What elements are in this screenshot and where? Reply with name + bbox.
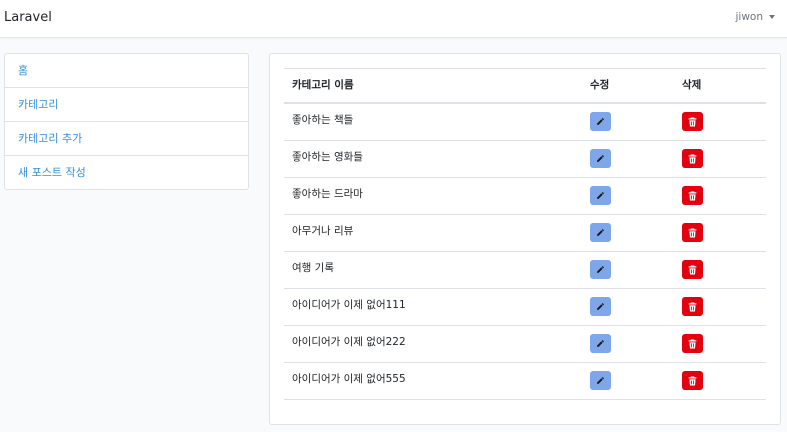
table-row: 아무거나 리뷰 bbox=[284, 214, 766, 252]
edit-button[interactable] bbox=[590, 223, 611, 242]
category-name: 좋아하는 책들 bbox=[292, 114, 354, 126]
caret-down-icon bbox=[769, 15, 775, 19]
category-name: 좋아하는 드라마 bbox=[292, 188, 363, 200]
column-header-name: 카테고리 이름 bbox=[292, 79, 354, 91]
navbar: Laravel jiwon bbox=[0, 0, 787, 38]
edit-button[interactable] bbox=[590, 297, 611, 316]
user-menu[interactable]: jiwon bbox=[735, 11, 775, 23]
table-row: 아이디어가 이제 없어222 bbox=[284, 325, 766, 363]
pencil-icon bbox=[596, 154, 605, 163]
edit-button[interactable] bbox=[590, 371, 611, 390]
delete-button[interactable] bbox=[682, 297, 703, 316]
pencil-icon bbox=[596, 339, 605, 348]
sidebar-item-categories[interactable]: 카테고리 bbox=[5, 88, 248, 122]
table-row: 좋아하는 드라마 bbox=[284, 177, 766, 215]
edit-button[interactable] bbox=[590, 149, 611, 168]
category-name: 아이디어가 이제 없어555 bbox=[292, 373, 406, 385]
table-row: 아이디어가 이제 없어555 bbox=[284, 362, 766, 400]
delete-button[interactable] bbox=[682, 149, 703, 168]
sidebar-item-new-post[interactable]: 새 포스트 작성 bbox=[5, 156, 248, 189]
column-header-delete: 삭제 bbox=[682, 79, 702, 91]
category-name: 아이디어가 이제 없어222 bbox=[292, 336, 406, 348]
table-row: 좋아하는 영화들 bbox=[284, 140, 766, 178]
category-name: 좋아하는 영화들 bbox=[292, 151, 363, 163]
delete-button[interactable] bbox=[682, 371, 703, 390]
pencil-icon bbox=[596, 191, 605, 200]
category-name: 아이디어가 이제 없어111 bbox=[292, 299, 406, 311]
trash-icon bbox=[688, 376, 697, 386]
category-name: 여행 기록 bbox=[292, 262, 334, 274]
sidebar-item-add-category[interactable]: 카테고리 추가 bbox=[5, 122, 248, 156]
brand-link[interactable]: Laravel bbox=[4, 10, 52, 25]
trash-icon bbox=[688, 154, 697, 164]
edit-button[interactable] bbox=[590, 260, 611, 279]
delete-button[interactable] bbox=[682, 186, 703, 205]
delete-button[interactable] bbox=[682, 223, 703, 242]
trash-icon bbox=[688, 117, 697, 127]
edit-button[interactable] bbox=[590, 334, 611, 353]
table-row: 여행 기록 bbox=[284, 251, 766, 289]
category-card: 카테고리 이름 수정 삭제 좋아하는 책들좋아하는 영화들좋아하는 드라마아무거… bbox=[269, 53, 781, 425]
column-header-edit: 수정 bbox=[590, 79, 610, 91]
sidebar: 홈 카테고리 카테고리 추가 새 포스트 작성 bbox=[4, 53, 249, 190]
trash-icon bbox=[688, 302, 697, 312]
table-header: 카테고리 이름 수정 삭제 bbox=[284, 68, 766, 104]
trash-icon bbox=[688, 265, 697, 275]
edit-button[interactable] bbox=[590, 186, 611, 205]
pencil-icon bbox=[596, 117, 605, 126]
pencil-icon bbox=[596, 265, 605, 274]
edit-button[interactable] bbox=[590, 112, 611, 131]
pencil-icon bbox=[596, 228, 605, 237]
trash-icon bbox=[688, 228, 697, 238]
sidebar-item-home[interactable]: 홈 bbox=[5, 54, 248, 88]
trash-icon bbox=[688, 339, 697, 349]
pencil-icon bbox=[596, 376, 605, 385]
category-name: 아무거나 리뷰 bbox=[292, 225, 354, 237]
delete-button[interactable] bbox=[682, 260, 703, 279]
delete-button[interactable] bbox=[682, 334, 703, 353]
table-row: 좋아하는 책들 bbox=[284, 103, 766, 141]
user-name: jiwon bbox=[735, 11, 763, 23]
trash-icon bbox=[688, 191, 697, 201]
delete-button[interactable] bbox=[682, 112, 703, 131]
table-row: 아이디어가 이제 없어111 bbox=[284, 288, 766, 326]
pencil-icon bbox=[596, 302, 605, 311]
